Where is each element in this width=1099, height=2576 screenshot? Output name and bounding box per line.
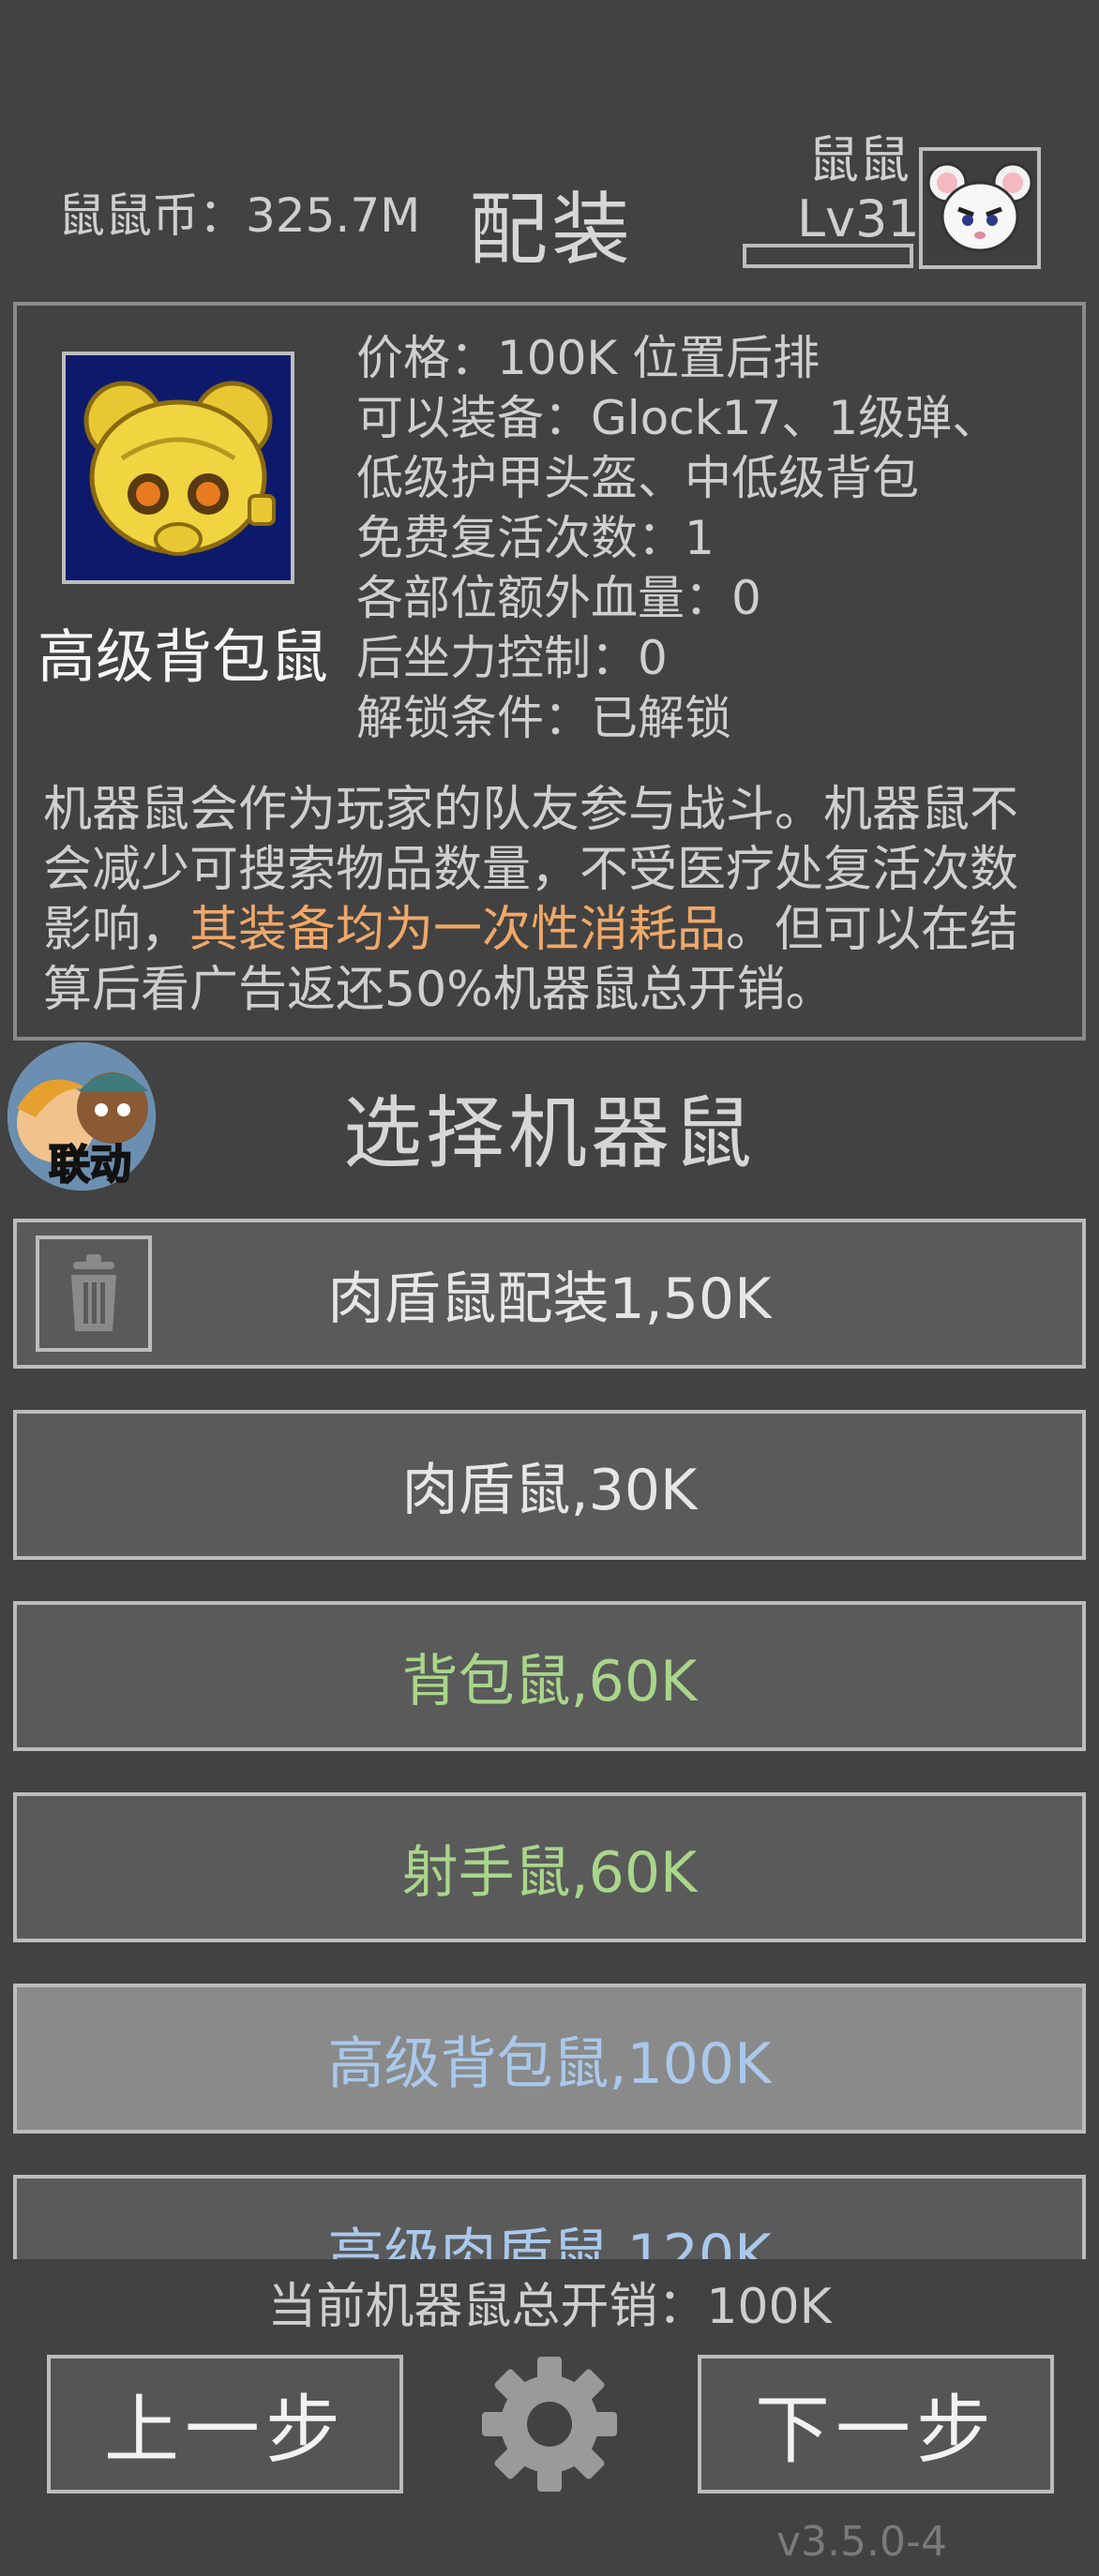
description-highlight: 其装备均为一次性消耗品 xyxy=(189,902,727,958)
player-level: Lv31 xyxy=(797,189,920,248)
stat-revives: 免费复活次数：1 xyxy=(356,511,715,565)
player-avatar[interactable] xyxy=(919,147,1041,269)
robot-option-label: 高级肉盾鼠,120K xyxy=(327,2222,772,2260)
robot-option-backpack[interactable]: 背包鼠,60K xyxy=(13,1601,1086,1751)
next-step-button[interactable]: 下一步 xyxy=(698,2355,1054,2494)
robot-option-loadout[interactable]: 肉盾鼠配装1,50K xyxy=(13,1219,1086,1369)
robot-mouse-icon xyxy=(83,381,276,556)
robot-option-advanced-tank[interactable]: 高级肉盾鼠,120K xyxy=(13,2175,1086,2259)
stat-recoil: 后坐力控制：0 xyxy=(356,631,668,685)
coin-balance: 鼠鼠币：325.7M xyxy=(58,188,421,243)
mouse-avatar-icon xyxy=(926,162,1033,252)
robot-option-label: 背包鼠,60K xyxy=(401,1648,698,1715)
robot-name: 高级背包鼠 xyxy=(38,622,329,691)
robot-option-label: 高级背包鼠,100K xyxy=(327,2030,772,2097)
robot-option-label: 肉盾鼠,30K xyxy=(401,1457,698,1523)
version-label: v3.5.0-4 xyxy=(776,2518,947,2566)
gear-icon xyxy=(482,2357,617,2492)
robot-option-shooter[interactable]: 射手鼠,60K xyxy=(13,1792,1086,1942)
robot-option-label: 肉盾鼠配装1,50K xyxy=(327,1266,772,1332)
xp-bar xyxy=(743,244,913,268)
robot-option-tank[interactable]: 肉盾鼠,30K xyxy=(13,1410,1086,1560)
player-name: 鼠鼠 xyxy=(808,130,910,189)
stat-extra-hp: 各部位额外血量：0 xyxy=(356,571,761,625)
robot-description: 机器鼠会作为玩家的队友参与战斗。机器鼠不会减少可搜索物品数量，不受医疗处复活次数… xyxy=(43,780,1056,1020)
stat-equip-cont: 低级护甲头盔、中低级背包 xyxy=(356,451,919,505)
page-title: 配装 xyxy=(469,184,635,276)
robot-option-advanced-backpack[interactable]: 高级背包鼠,100K xyxy=(13,1984,1086,2134)
robot-portrait xyxy=(62,352,294,584)
stat-price: 价格：100K 位置后排 xyxy=(356,331,820,385)
settings-button[interactable] xyxy=(480,2355,619,2494)
total-cost: 当前机器鼠总开销：100K xyxy=(267,2279,832,2335)
robot-option-label: 射手鼠,60K xyxy=(401,1839,698,1906)
robot-list[interactable]: 肉盾鼠配装1,50K 肉盾鼠,30K 背包鼠,60K 射手鼠,60K 高级背包鼠… xyxy=(0,1209,1099,2259)
select-robot-heading: 选择机器鼠 xyxy=(343,1087,757,1179)
stat-equip: 可以装备：Glock17、1级弹、 xyxy=(356,391,1000,445)
prev-step-button[interactable]: 上一步 xyxy=(47,2355,403,2494)
collab-label: 联动 xyxy=(48,1140,132,1190)
stat-unlock: 解锁条件：已解锁 xyxy=(356,691,731,745)
